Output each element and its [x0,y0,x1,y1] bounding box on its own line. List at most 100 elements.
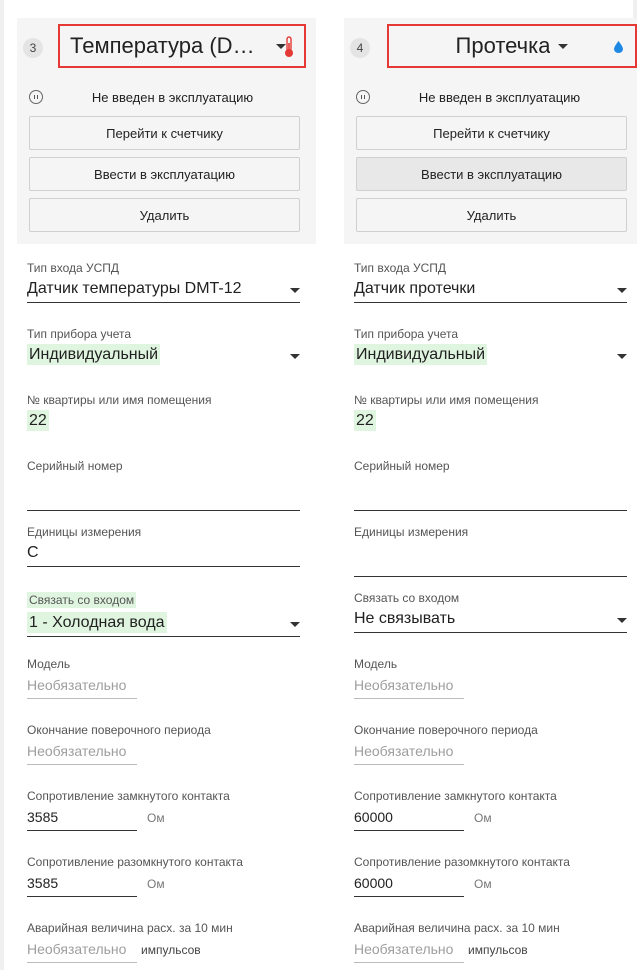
field-label: Тип прибора учета [27,327,132,341]
field-placeholder: Необязательно [354,941,454,957]
field-underline [27,636,300,637]
unit-label: Ом [474,877,492,891]
field-label: Единицы измерения [354,525,469,539]
model-input[interactable]: Модель Необязательно [27,657,300,699]
water-drop-icon [614,40,623,58]
closed-resistance-input[interactable]: Сопротивление замкнутого контакта 60000 О… [354,789,627,831]
open-resistance-input[interactable]: Сопротивление разомкнутого контакта 3585… [27,855,300,897]
field-value: Индивидуальный [27,344,161,365]
delete-button[interactable]: Удалить [356,198,627,232]
status-text: Не введен в эксплуатацию [91,89,254,105]
closed-resistance-input[interactable]: Сопротивление замкнутого контакта 3585 Ом [27,789,300,831]
open-resistance-input[interactable]: Сопротивление разомкнутого контакта 6000… [354,855,627,897]
field-value: 1 - Холодная вода [27,612,167,633]
field-label: Сопротивление замкнутого контакта [354,789,557,803]
field-label: Аварийная величина расх. за 10 мин [354,921,560,935]
input-card-3: 3 Температура (DM... Не введен в эксплуа… [17,18,316,970]
field-placeholder: Необязательно [27,941,127,957]
link-input-select[interactable]: Связать со входом Не связывать [354,591,627,633]
delete-button[interactable]: Удалить [29,198,300,232]
field-value: 22 [354,410,376,431]
field-underline [354,698,464,699]
field-underline [354,764,464,765]
apartment-input[interactable]: № квартиры или имя помещения 22 [354,393,627,435]
input-number-badge: 3 [23,38,43,58]
model-input[interactable]: Модель Необязательно [354,657,627,699]
field-underline [354,632,627,633]
field-label: Тип входа УСПД [354,261,447,275]
alarm-value-input[interactable]: Аварийная величина расх. за 10 мин Необя… [27,921,300,963]
field-underline [354,962,464,963]
card-header: 3 Температура (DM... Не введен в эксплуа… [17,18,316,244]
device-type-select[interactable]: Тип прибора учета Индивидуальный [27,327,300,369]
field-value-box: 22 [354,407,627,435]
field-value: 22 [27,410,49,431]
field-label: Аварийная величина расх. за 10 мин [27,921,233,935]
apartment-input[interactable]: № квартиры или имя помещения 22 [27,393,300,435]
chevron-down-icon [617,354,627,359]
input-number-badge: 4 [350,38,370,58]
unit-label: Ом [474,811,492,825]
link-input-select[interactable]: Связать со входом 1 - Холодная вода [27,591,300,637]
field-underline [354,576,627,577]
chevron-down-icon [617,288,627,293]
input-type-dropdown[interactable]: Протечка [387,24,637,68]
field-label: Окончание поверочного периода [27,723,211,737]
device-type-select[interactable]: Тип прибора учета Индивидуальный [354,327,627,369]
serial-number-input[interactable]: Серийный номер [354,459,627,511]
card-title: Протечка [455,33,551,58]
field-value-box: Необязательно импульсов [27,935,201,963]
field-label: Тип прибора учета [354,327,459,341]
field-label: Сопротивление разомкнутого контакта [27,855,243,869]
left-gutter [0,0,4,970]
field-label: Связать со входом [354,591,460,605]
thermometer-icon [284,36,294,63]
commission-button[interactable]: Ввести в эксплуатацию [356,157,627,191]
field-underline [27,962,137,963]
field-value: C [27,544,39,561]
units-input[interactable]: Единицы измерения C [27,525,300,567]
field-value: 60000 [354,809,393,825]
chevron-down-icon [290,354,300,359]
units-input[interactable]: Единицы измерения [354,525,627,577]
field-label: Единицы измерения [27,525,142,539]
input-type-dropdown[interactable]: Температура (DM... [58,24,306,68]
field-value-box [354,483,627,511]
field-value-box: Датчик температуры DMT-12 [27,275,300,303]
verification-end-input[interactable]: Окончание поверочного периода Необязател… [354,723,627,765]
field-value: Датчик протечки [354,280,476,297]
card-title: Температура (DM... [70,33,268,58]
field-label: Серийный номер [354,459,450,473]
input-type-select[interactable]: Тип входа УСПД Датчик температуры DMT-12 [27,261,300,303]
status-text: Не введен в эксплуатацию [418,89,581,105]
field-value: 60000 [354,875,393,891]
field-underline [27,566,300,567]
field-label: Модель [27,657,71,671]
alarm-value-input[interactable]: Аварийная величина расх. за 10 мин Необя… [354,921,627,963]
input-card-4: 4 Протечка Не введен в эксплуатацию Пере… [344,18,637,970]
field-underline [27,302,300,303]
commission-button[interactable]: Ввести в эксплуатацию [29,157,300,191]
chevron-down-icon [617,618,627,623]
field-value-box: 3585 Ом [27,803,165,831]
go-to-meter-button[interactable]: Перейти к счетчику [356,116,627,150]
field-label: Тип входа УСПД [27,261,120,275]
unit-label: импульсов [141,943,201,957]
verification-end-input[interactable]: Окончание поверочного периода Необязател… [27,723,300,765]
go-to-meter-button[interactable]: Перейти к счетчику [29,116,300,150]
field-value-box: 1 - Холодная вода [27,609,300,637]
field-label: № квартиры или имя помещения [27,393,212,407]
field-value-box: 60000 Ом [354,869,492,897]
input-type-select[interactable]: Тип входа УСПД Датчик протечки [354,261,627,303]
field-underline [27,698,137,699]
field-underline [27,830,137,831]
field-placeholder: Необязательно [354,677,454,693]
field-value: 3585 [27,875,59,891]
status-row: Не введен в эксплуатацию [29,88,316,106]
status-row: Не введен в эксплуатацию [356,88,637,106]
field-value-box: Необязательно [27,737,137,765]
serial-number-input[interactable]: Серийный номер [27,459,300,511]
field-underline [354,510,627,511]
field-label: Сопротивление разомкнутого контакта [354,855,570,869]
field-value-box: 22 [27,407,300,435]
